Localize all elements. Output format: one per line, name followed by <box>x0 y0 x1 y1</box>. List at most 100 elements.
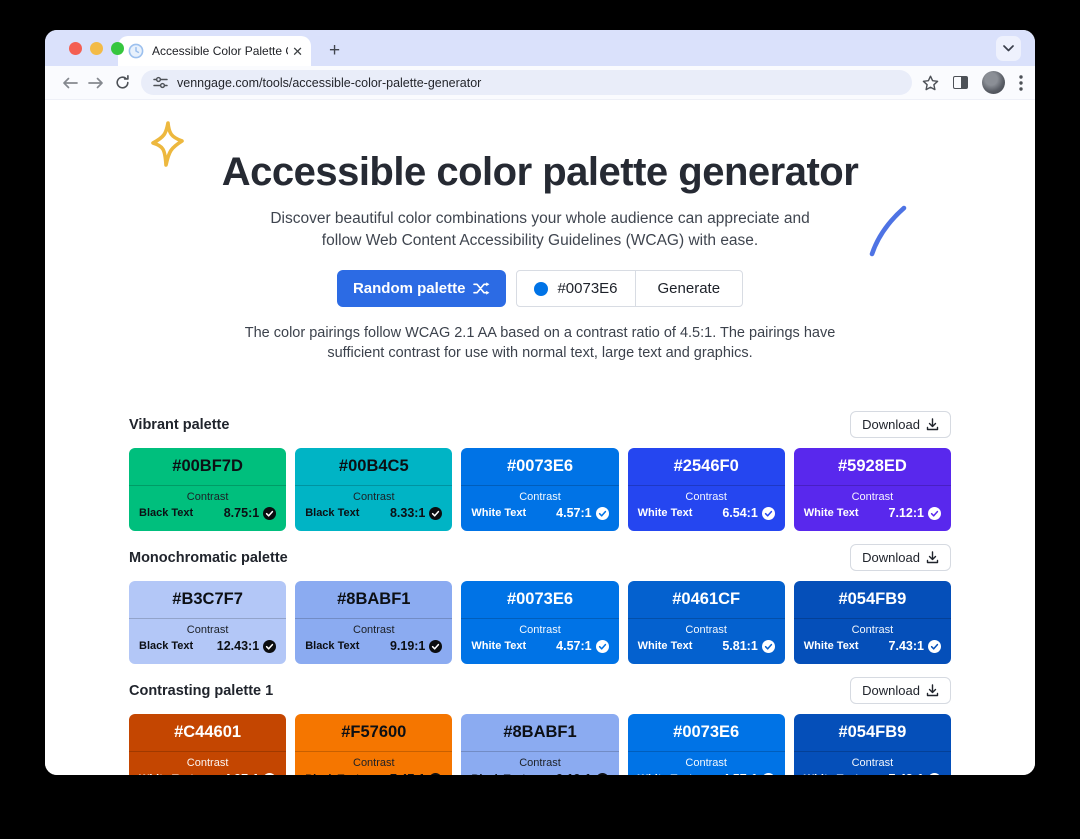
tab-search-chevron-button[interactable] <box>996 36 1021 61</box>
color-swatch-card[interactable]: #054FB9ContrastWhite Text7.43:1 <box>794 714 951 775</box>
palette-title: Monochromatic palette <box>129 550 288 566</box>
palette-sections: Vibrant paletteDownload#00BF7DContrastBl… <box>129 411 951 775</box>
contrast-ratio: 4.57:1 <box>556 506 591 520</box>
contrast-label: Contrast <box>129 624 286 636</box>
contrast-label: Contrast <box>628 491 785 503</box>
contrast-block: ContrastBlack Text9.19:1 <box>295 618 452 653</box>
color-swatch-card[interactable]: #C44601ContrastWhite Text4.97:1 <box>129 714 286 775</box>
contrast-label: Contrast <box>794 624 951 636</box>
contrast-block: ContrastWhite Text4.57:1 <box>461 618 618 653</box>
swatch-hex[interactable]: #0073E6 <box>461 448 618 485</box>
random-palette-button[interactable]: Random palette <box>337 270 507 307</box>
swatch-hex[interactable]: #0461CF <box>628 581 785 618</box>
back-arrow-icon <box>62 77 78 89</box>
color-swatch-card[interactable]: #5928EDContrastWhite Text7.12:1 <box>794 448 951 531</box>
color-swatch-card[interactable]: #0073E6ContrastWhite Text4.57:1 <box>461 581 618 664</box>
contrast-block: ContrastWhite Text7.12:1 <box>794 485 951 520</box>
new-tab-button[interactable]: + <box>329 41 340 60</box>
color-swatch-card[interactable]: #2546F0ContrastWhite Text6.54:1 <box>628 448 785 531</box>
swatch-hex[interactable]: #8BABF1 <box>295 581 452 618</box>
address-bar[interactable]: venngage.com/tools/accessible-color-pale… <box>141 70 912 95</box>
swatch-hex[interactable]: #054FB9 <box>794 714 951 751</box>
browser-toolbar: venngage.com/tools/accessible-color-pale… <box>45 66 1035 100</box>
check-icon <box>263 773 276 776</box>
swatch-hex[interactable]: #2546F0 <box>628 448 785 485</box>
color-swatch-card[interactable]: #00B4C5 Contrast Black Text 8.33:1 <box>295 448 452 531</box>
swatch-hex[interactable]: #F57600 <box>295 714 452 751</box>
text-type-label: White Text <box>638 640 693 652</box>
check-icon <box>596 507 609 520</box>
color-swatch-card[interactable]: #8BABF1ContrastBlack Text9.19:1 <box>461 714 618 775</box>
contrast-label: Contrast <box>129 757 286 769</box>
contrast-label: Contrast <box>295 491 452 503</box>
browser-menu-icon[interactable] <box>1019 75 1023 91</box>
tab-close-icon[interactable]: ✕ <box>292 45 303 58</box>
window-controls <box>69 42 124 55</box>
color-swatch-card[interactable]: #0461CFContrastWhite Text5.81:1 <box>628 581 785 664</box>
color-swatch-card[interactable]: #00BF7DContrastBlack Text8.75:1 <box>129 448 286 531</box>
swatch-hex[interactable]: #B3C7F7 <box>129 581 286 618</box>
color-swatch-card[interactable]: #8BABF1ContrastBlack Text9.19:1 <box>295 581 452 664</box>
download-button[interactable]: Download <box>850 411 951 438</box>
close-window-button[interactable] <box>69 42 82 55</box>
color-swatch-card[interactable]: #0073E6ContrastWhite Text4.57:1 <box>628 714 785 775</box>
contrast-label: Contrast <box>461 491 618 503</box>
contrast-label: Contrast <box>628 757 785 769</box>
download-button[interactable]: Download <box>850 544 951 571</box>
profile-avatar[interactable] <box>982 71 1005 94</box>
contrast-ratio: 8.33:1 <box>390 506 425 520</box>
text-type-label: White Text <box>804 773 859 775</box>
palette-section: Monochromatic palette Download #B3C7F7 Cont… <box>129 544 951 664</box>
contrast-label: Contrast <box>295 624 452 636</box>
text-type-label: White Text <box>638 773 693 775</box>
swatch-hex[interactable]: #C44601 <box>129 714 286 751</box>
side-panel-icon[interactable] <box>953 76 968 89</box>
color-hex-value[interactable]: #0073E6 <box>557 280 617 297</box>
color-swatch-card[interactable]: #0073E6ContrastWhite Text4.57:1 <box>461 448 618 531</box>
color-input-group: #0073E6 Generate <box>516 270 743 307</box>
forward-button[interactable] <box>83 77 109 89</box>
check-icon <box>429 773 442 776</box>
color-swatch-card[interactable]: #054FB9ContrastWhite Text7.43:1 <box>794 581 951 664</box>
palette-title: Vibrant palette <box>129 417 229 433</box>
contrast-ratio: 7.12:1 <box>889 506 924 520</box>
text-type-label: White Text <box>804 640 859 652</box>
check-icon <box>928 773 941 776</box>
swatch-hex[interactable]: #00B4C5 <box>295 448 452 485</box>
swatch-hex[interactable]: #054FB9 <box>794 581 951 618</box>
browser-tab[interactable]: Accessible Color Palette Gene ✕ <box>118 36 311 66</box>
maximize-window-button[interactable] <box>111 42 124 55</box>
generator-controls: Random palette #0073E6 Generate <box>45 270 1035 307</box>
brush-stroke-decoration <box>869 205 907 257</box>
swatch-hex[interactable]: #0073E6 <box>628 714 785 751</box>
color-swatch-card[interactable]: #B3C7F7ContrastBlack Text12.43:1 <box>129 581 286 664</box>
color-swatch-card[interactable]: #F57600ContrastBlack Text7.47:1 <box>295 714 452 775</box>
swatch-hex[interactable]: #00BF7D <box>129 448 286 485</box>
text-type-label: Black Text <box>305 507 359 519</box>
contrast-block: ContrastWhite Text5.81:1 <box>628 618 785 653</box>
swatch-hex[interactable]: #0073E6 <box>461 581 618 618</box>
color-input[interactable]: #0073E6 <box>517 271 634 306</box>
site-settings-icon <box>153 76 168 89</box>
swatch-hex[interactable]: #5928ED <box>794 448 951 485</box>
contrast-ratio: 5.81:1 <box>722 639 757 653</box>
check-icon <box>263 507 276 520</box>
download-button[interactable]: Download <box>850 677 951 704</box>
contrast-ratio: 12.43:1 <box>217 639 259 653</box>
check-icon <box>762 773 775 776</box>
reload-icon <box>115 75 130 90</box>
page-content: Accessible color palette generator Disco… <box>45 100 1035 775</box>
contrast-ratio: 7.47:1 <box>390 772 425 775</box>
download-icon <box>926 684 939 697</box>
generate-button[interactable]: Generate <box>636 271 743 306</box>
swatch-hex[interactable]: #8BABF1 <box>461 714 618 751</box>
contrast-ratio: 4.97:1 <box>224 772 259 775</box>
contrast-label: Contrast <box>794 491 951 503</box>
contrast-block: ContrastWhite Text4.57:1 <box>461 485 618 520</box>
minimize-window-button[interactable] <box>90 42 103 55</box>
color-swatch-dot[interactable] <box>534 282 548 296</box>
bookmark-star-icon[interactable] <box>922 75 939 91</box>
reload-button[interactable] <box>109 75 135 90</box>
palette-section: Contrasting palette 1Download#C44601Cont… <box>129 677 951 775</box>
back-button[interactable] <box>57 77 83 89</box>
